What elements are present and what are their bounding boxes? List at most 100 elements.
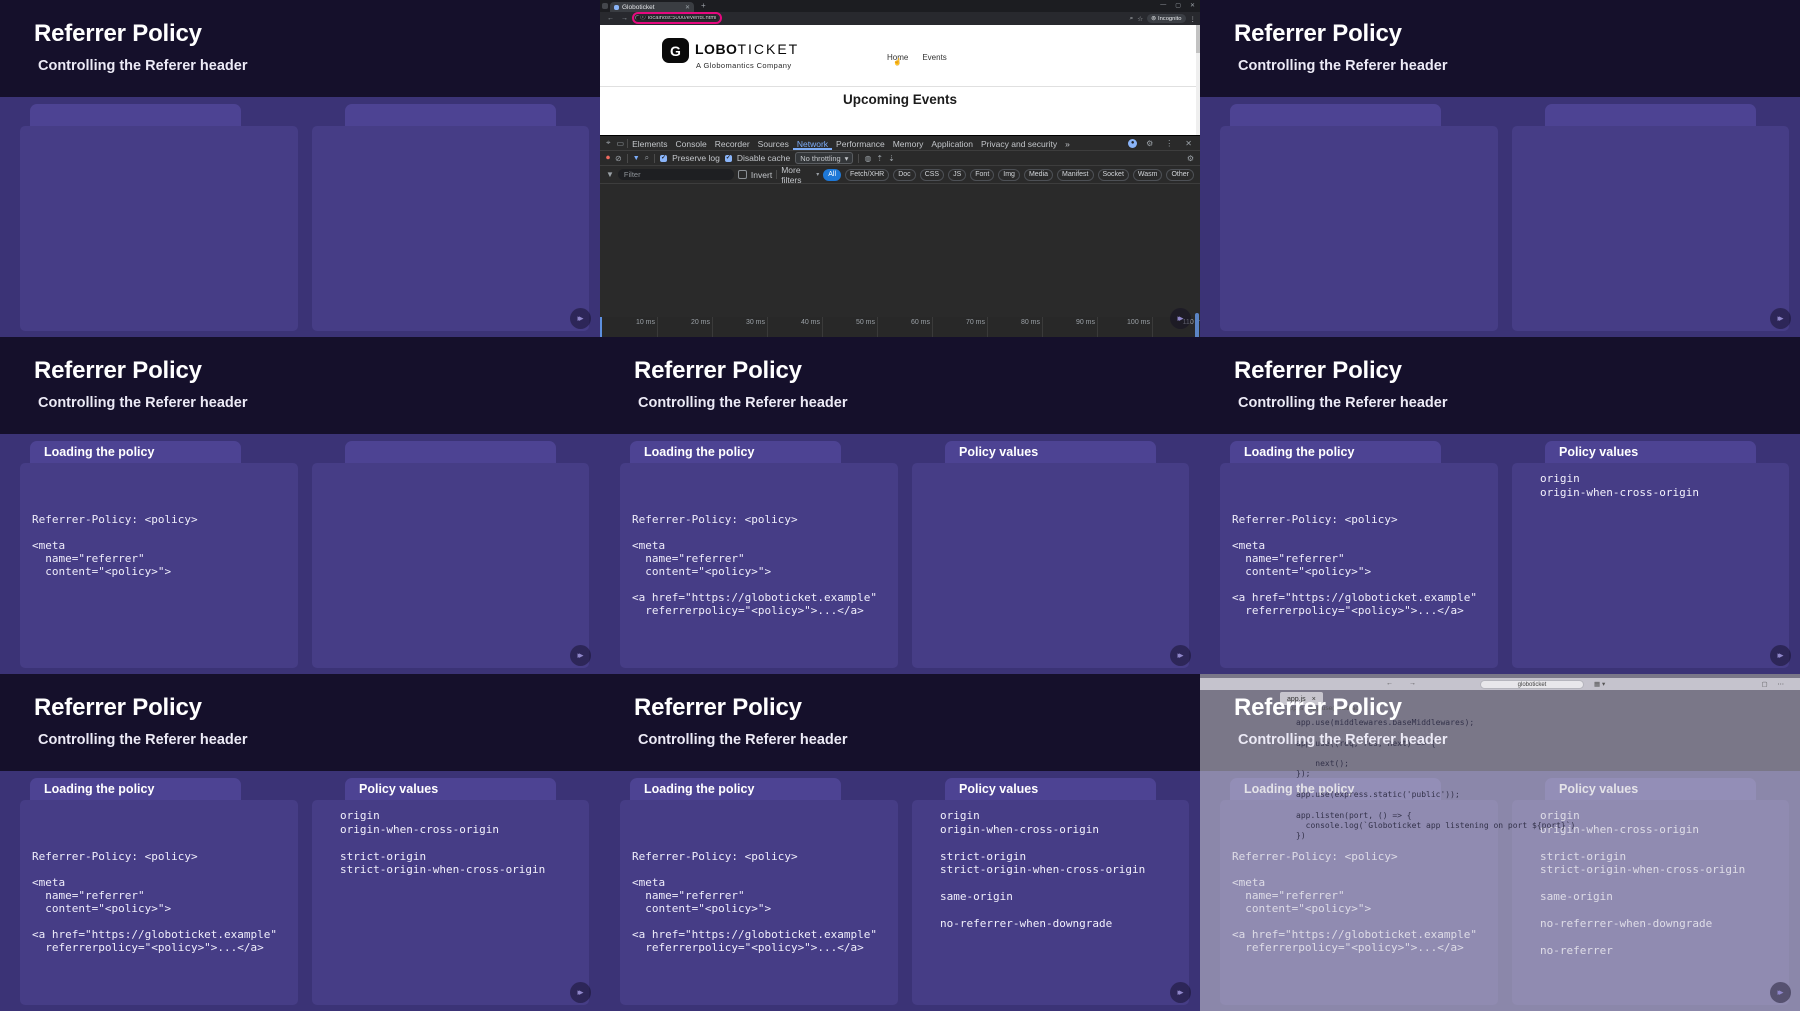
tab-console[interactable]: Console — [672, 137, 711, 150]
search-icon[interactable]: ⌕ — [1130, 15, 1134, 23]
slide-r2c1: Referrer Policy Controlling the Referer … — [0, 337, 600, 674]
slide-header — [600, 337, 1200, 434]
timescale-tick: 40 ms — [768, 317, 823, 337]
tab-elements[interactable]: Elements — [628, 137, 671, 150]
filter-input[interactable]: Filter — [618, 169, 734, 180]
settings-gear-icon[interactable]: ⚙ — [1143, 139, 1156, 148]
panel-loading-policy: Referrer-Policy: <policy> <meta name="re… — [20, 800, 298, 1005]
tab-privacy-security[interactable]: Privacy and security — [977, 137, 1061, 150]
editor-history-arrows[interactable]: ← → — [1386, 680, 1423, 687]
browser-tab[interactable]: Globoticket ✕ — [610, 2, 694, 12]
timescale-tick: 20 ms — [658, 317, 713, 337]
import-har-icon[interactable]: ⇡ — [876, 154, 883, 163]
tab-network[interactable]: Network — [793, 137, 832, 150]
tab-close-icon[interactable]: ✕ — [685, 4, 690, 11]
slide-header — [1200, 0, 1800, 97]
panel-tab-values: Policy values — [945, 778, 1156, 801]
slide-header — [0, 337, 600, 434]
mouse-cursor-icon: ☝ — [893, 58, 902, 66]
slide-title: Referrer Policy — [1234, 357, 1402, 385]
tab-sources[interactable]: Sources — [754, 137, 793, 150]
panel-tab-loading: Loading the policy — [630, 778, 841, 801]
brand-light: TICKET — [737, 41, 799, 57]
page-divider — [600, 86, 1200, 87]
new-tab-button[interactable]: + — [701, 1, 706, 10]
editor-window-icons[interactable]: ▢ ⋯ — [1762, 680, 1788, 688]
slide-subtitle: Controlling the Referer header — [38, 395, 247, 411]
panel-loading-policy — [1220, 126, 1498, 331]
waterfall-scrollbar[interactable] — [1195, 313, 1199, 337]
timescale-tick: 60 ms — [878, 317, 933, 337]
timescale-tick: 30 ms — [713, 317, 768, 337]
clear-icon[interactable]: ⊘ — [615, 154, 622, 163]
editor-search-box[interactable]: globoticket — [1480, 680, 1584, 689]
network-settings-gear-icon[interactable]: ⚙ — [1187, 154, 1194, 163]
panel-tab-label — [345, 104, 556, 108]
nav-link-events[interactable]: Events — [922, 53, 946, 62]
chip-manifest[interactable]: Manifest — [1057, 169, 1093, 181]
tab-memory[interactable]: Memory — [889, 137, 928, 150]
panel-tab-label: Policy values — [945, 441, 1156, 459]
seek-watermark-icon: ▸▸ — [570, 308, 591, 329]
device-toolbar-icon[interactable]: ▭ — [614, 139, 628, 148]
seek-watermark-icon: ▸▸ — [1770, 308, 1791, 329]
close-button[interactable]: ✕ — [1190, 2, 1195, 9]
invert-checkbox[interactable]: ✓ — [738, 170, 747, 179]
panel-loading-policy: Referrer-Policy: <policy> <meta name="re… — [20, 463, 298, 668]
devtools-kebab-icon[interactable]: ⋮ — [1162, 139, 1176, 148]
chip-socket[interactable]: Socket — [1098, 169, 1129, 181]
panel-tab-loading: Loading the policy — [30, 778, 241, 801]
disable-cache-checkbox[interactable]: ✓ — [725, 155, 732, 162]
maximize-button[interactable]: ▢ — [1175, 2, 1181, 9]
filter-toggle-icon[interactable]: ▼ — [633, 155, 640, 162]
minimize-button[interactable]: — — [1160, 2, 1166, 9]
panel-policy-values — [1512, 126, 1789, 331]
more-tabs-icon[interactable]: » — [1061, 137, 1074, 150]
forward-icon[interactable]: → — [621, 15, 628, 22]
timescale-tick: 70 ms — [933, 317, 988, 337]
more-filters-dropdown[interactable]: More filters — [781, 165, 812, 185]
bookmark-star-icon[interactable]: ☆ — [1137, 15, 1143, 23]
chip-img[interactable]: Img — [998, 169, 1020, 181]
chip-wasm[interactable]: Wasm — [1133, 169, 1163, 181]
chip-fetch-xhr[interactable]: Fetch/XHR — [845, 169, 889, 181]
address-bar[interactable]: ⓘ localhost:5000/events.html — [636, 16, 718, 20]
panel-policy-values — [912, 463, 1189, 668]
tab-recorder[interactable]: Recorder — [711, 137, 754, 150]
slide-r3c1: Referrer Policy Controlling the Referer … — [0, 674, 600, 1011]
panel-tab-values: Policy values — [945, 441, 1156, 464]
chip-js[interactable]: JS — [948, 169, 966, 181]
panel-tab-values: Policy values — [345, 778, 556, 801]
chip-font[interactable]: Font — [970, 169, 994, 181]
timescale-tick: 80 ms — [988, 317, 1043, 337]
layout-toggle-icon[interactable]: ▦ ▾ — [1594, 680, 1605, 688]
page-heading: Upcoming Events — [600, 92, 1200, 107]
tab-search-icon[interactable] — [602, 3, 608, 9]
slide-subtitle: Controlling the Referer header — [1238, 395, 1447, 411]
tab-application[interactable]: Application — [927, 137, 977, 150]
chip-all[interactable]: All — [823, 169, 841, 181]
chip-media[interactable]: Media — [1024, 169, 1053, 181]
preserve-log-checkbox[interactable]: ✓ — [660, 155, 667, 162]
export-har-icon[interactable]: ⇣ — [888, 154, 895, 163]
tab-performance[interactable]: Performance — [832, 137, 889, 150]
site-info-icon[interactable]: ⓘ — [640, 16, 646, 20]
back-icon[interactable]: ← — [607, 15, 614, 22]
devtools-close-icon[interactable]: ✕ — [1182, 139, 1195, 148]
slide-subtitle: Controlling the Referer header — [638, 395, 847, 411]
throttling-dropdown[interactable]: No throttling ▾ — [795, 152, 853, 164]
menu-kebab-icon[interactable]: ⋮ — [1190, 15, 1197, 23]
record-icon[interactable]: ⏺ — [606, 153, 610, 163]
seek-watermark-icon: ▸▸ — [1770, 645, 1791, 666]
chip-other[interactable]: Other — [1166, 169, 1194, 181]
chip-doc[interactable]: Doc — [893, 169, 915, 181]
inspect-icon[interactable]: ⌖ — [603, 138, 614, 148]
browser-window: Globoticket ✕ + — ▢ ✕ ← → ⟳ ⓘ localhost:… — [600, 0, 1200, 337]
slide-subtitle: Controlling the Referer header — [638, 732, 847, 748]
search-icon[interactable]: ⌕ — [645, 153, 649, 163]
network-conditions-icon[interactable]: ◍ — [864, 154, 871, 163]
chip-css[interactable]: CSS — [920, 169, 944, 181]
devtools-badge-icon[interactable]: ● — [1128, 139, 1137, 148]
seek-watermark-icon: ▸▸ — [570, 645, 591, 666]
panel-tab-loading: Loading the policy — [30, 441, 241, 464]
